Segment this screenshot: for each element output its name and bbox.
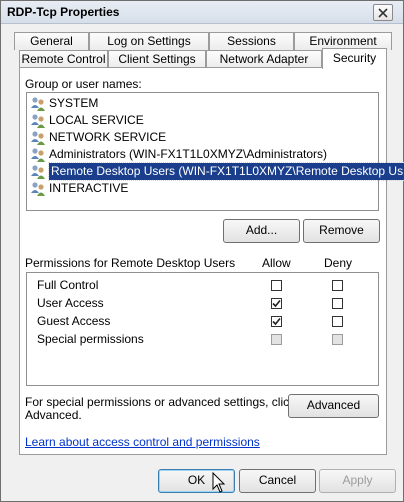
deny-checkbox-guest-access[interactable] [332, 316, 343, 327]
group-user-list[interactable]: SYSTEM LOCAL SERVICE NETWORK SERVICE Adm… [26, 92, 404, 211]
list-item[interactable]: INTERACTIVE [30, 180, 128, 197]
remove-button[interactable]: Remove [303, 219, 380, 243]
list-item-label: Remote Desktop Users (WIN-FX1T1L0XMYZ\Re… [47, 162, 404, 181]
tab-sessions[interactable]: Sessions [209, 32, 294, 50]
users-icon [30, 181, 46, 197]
list-item-label: INTERACTIVE [49, 181, 129, 195]
checkmark-icon [272, 299, 281, 308]
list-item[interactable]: NETWORK SERVICE [30, 129, 166, 146]
tab-client-settings[interactable]: Client Settings [108, 50, 206, 68]
allow-checkbox-full-control[interactable] [271, 280, 282, 291]
window-title: RDP-Tcp Properties [7, 5, 120, 19]
cancel-button[interactable]: Cancel [239, 469, 316, 493]
deny-checkbox-user-access[interactable] [332, 298, 343, 309]
list-item-label: Administrators (WIN-FX1T1L0XMYZ\Administ… [49, 147, 328, 161]
deny-checkbox-special-permissions [332, 334, 343, 345]
tab-security[interactable]: Security [322, 48, 387, 69]
mouse-cursor-icon [212, 472, 226, 493]
tab-network-adapter[interactable]: Network Adapter [206, 50, 322, 68]
users-icon [30, 113, 46, 129]
tab-remote-control[interactable]: Remote Control [19, 50, 108, 68]
users-icon [30, 96, 46, 112]
list-item[interactable]: LOCAL SERVICE [30, 112, 144, 129]
access-control-help-link[interactable]: Learn about access control and permissio… [25, 435, 260, 449]
close-button[interactable] [373, 4, 393, 21]
list-item-label: SYSTEM [49, 96, 99, 110]
allow-checkbox-special-permissions [271, 334, 282, 345]
tab-log-on-settings[interactable]: Log on Settings [89, 32, 209, 50]
advanced-hint-line1: For special permissions or advanced sett… [25, 395, 296, 409]
groups-label: Group or user names: [25, 77, 142, 91]
deny-column-header: Deny [324, 256, 353, 270]
checkmark-icon [272, 317, 281, 326]
advanced-hint-line2: Advanced. [25, 408, 82, 422]
list-item-label: LOCAL SERVICE [49, 113, 144, 127]
list-item-label: NETWORK SERVICE [49, 130, 167, 144]
allow-checkbox-guest-access[interactable] [271, 316, 282, 327]
permission-name: Guest Access [37, 314, 111, 328]
tab-general[interactable]: General [14, 32, 89, 50]
close-icon [378, 7, 388, 18]
deny-checkbox-full-control[interactable] [332, 280, 343, 291]
users-icon [30, 164, 46, 180]
allow-checkbox-user-access[interactable] [271, 298, 282, 309]
permission-name: User Access [37, 296, 104, 310]
permission-name: Full Control [37, 278, 99, 292]
permissions-header: Permissions for Remote Desktop Users [25, 256, 236, 270]
apply-button: Apply [319, 469, 396, 493]
title-bar[interactable]: RDP-Tcp Properties [1, 1, 403, 24]
dialog-window: RDP-Tcp Properties General Log on Settin… [0, 0, 404, 502]
list-item-selected[interactable]: Remote Desktop Users (WIN-FX1T1L0XMYZ\Re… [30, 162, 404, 181]
advanced-button[interactable]: Advanced [288, 394, 379, 418]
list-item[interactable]: SYSTEM [30, 95, 98, 112]
allow-column-header: Allow [262, 256, 291, 270]
permissions-list: Full Control User Access Guest Access Sp… [26, 272, 379, 386]
users-icon [30, 147, 46, 163]
list-item[interactable]: Administrators (WIN-FX1T1L0XMYZ\Administ… [30, 146, 327, 163]
permission-name: Special permissions [37, 332, 144, 346]
users-icon [30, 130, 46, 146]
add-button[interactable]: Add... [223, 219, 300, 243]
